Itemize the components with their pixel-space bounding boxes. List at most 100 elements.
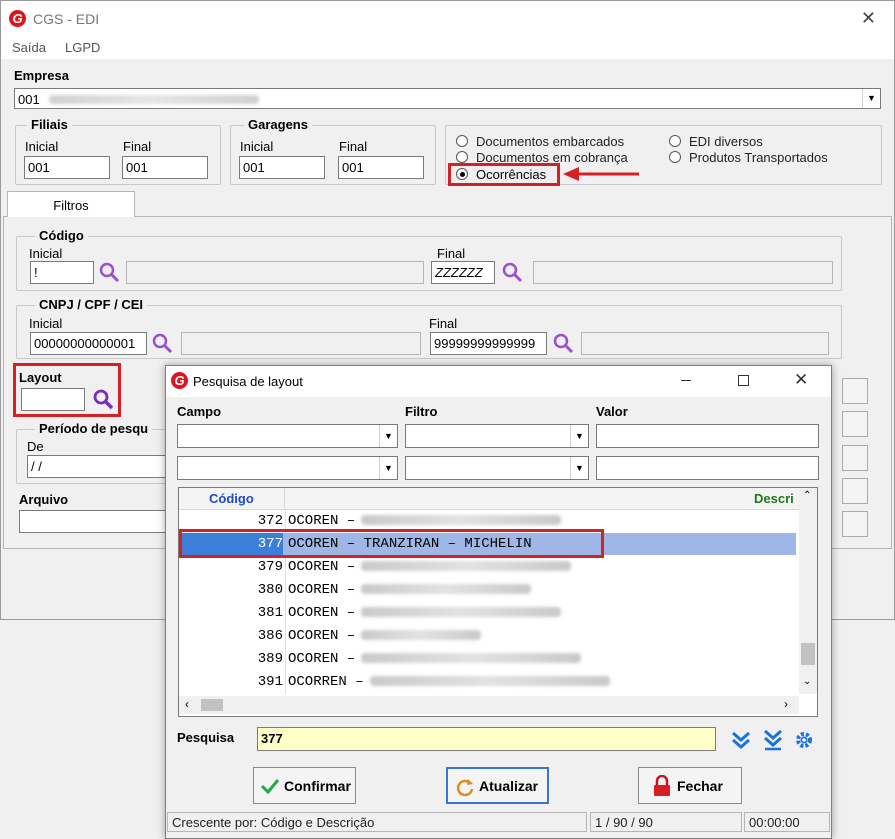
- search-icon[interactable]: [99, 262, 121, 284]
- list-icon[interactable]: [842, 411, 868, 437]
- chevron-down-icon[interactable]: ▼: [379, 457, 397, 479]
- ocorrencias-highlight: [448, 163, 560, 186]
- codigo-inicial-label: Inicial: [29, 246, 63, 261]
- garagens-final-input[interactable]: 001: [338, 156, 424, 179]
- gear-icon[interactable]: [794, 730, 814, 750]
- periodo-de-input[interactable]: / /: [27, 455, 167, 478]
- redacted-text: [361, 630, 482, 641]
- campo-select-1[interactable]: ▼: [177, 424, 398, 448]
- garagens-inicial-input[interactable]: 001: [239, 156, 325, 179]
- fechar-button[interactable]: Fechar: [638, 767, 742, 804]
- scroll-up-icon[interactable]: ⌃: [803, 490, 811, 501]
- row-desc: OCOREN –: [288, 582, 532, 598]
- empresa-select[interactable]: 001 ▼: [14, 88, 881, 109]
- close-window-button[interactable]: ✕: [861, 8, 876, 29]
- close-icon[interactable]: ✕: [794, 370, 808, 390]
- cnpj-final-label: Final: [429, 316, 458, 331]
- valor-label: Valor: [596, 404, 628, 419]
- table-row[interactable]: 391 OCORREN –: [179, 671, 796, 693]
- filiais-inicial-input[interactable]: 001: [24, 156, 110, 179]
- window-title: CGS - EDI: [33, 11, 100, 27]
- produtos-label: Produtos Transportados: [689, 150, 828, 165]
- table-row[interactable]: 386 OCOREN –: [179, 625, 796, 647]
- filtro-select-1[interactable]: ▼: [405, 424, 589, 448]
- arquivo-label: Arquivo: [19, 492, 69, 507]
- hand-pointer-icon[interactable]: [842, 511, 868, 537]
- search-icon[interactable]: [553, 333, 575, 355]
- jump-to-end-icon[interactable]: [762, 729, 784, 751]
- selected-row-highlight: [179, 529, 604, 558]
- row-code: 380: [257, 582, 283, 598]
- valor-input-2[interactable]: [596, 456, 819, 480]
- row-code: 381: [257, 605, 283, 621]
- campo-label: Campo: [177, 404, 222, 419]
- pesquisa-label: Pesquisa: [177, 730, 235, 745]
- arrow-left-icon: [563, 167, 639, 181]
- filiais-title: Filiais: [27, 117, 72, 132]
- document-icon[interactable]: [842, 378, 868, 404]
- menu-saida[interactable]: Saída: [12, 40, 46, 55]
- search-icon[interactable]: [502, 262, 524, 284]
- table-row[interactable]: 380 OCOREN –: [179, 579, 796, 601]
- radio-docs-cobranca[interactable]: [456, 151, 468, 163]
- pesquisa-input[interactable]: 377: [257, 727, 716, 751]
- codigo-title: Código: [35, 228, 88, 243]
- hscroll-thumb[interactable]: [201, 699, 223, 711]
- horizontal-scrollbar[interactable]: ‹ ›: [179, 696, 799, 714]
- tab-filtros-label: Filtros: [53, 198, 89, 213]
- table-row[interactable]: 381 OCOREN –: [179, 602, 796, 624]
- radio-edi-diversos[interactable]: [669, 135, 681, 147]
- scroll-left-icon[interactable]: ‹: [185, 697, 189, 711]
- scroll-right-icon[interactable]: ›: [784, 697, 788, 711]
- dialog-title-bar: G Pesquisa de layout ✕: [166, 366, 831, 397]
- chevron-down-icon[interactable]: ▼: [570, 425, 588, 447]
- pesquisa-layout-dialog: G Pesquisa de layout ✕ Campo Filtro Valo…: [165, 365, 832, 839]
- redacted-text: [369, 676, 610, 687]
- cnpj-final-input[interactable]: 99999999999999: [430, 332, 547, 355]
- codigo-inicial-desc: [126, 261, 424, 284]
- lock-icon: [654, 775, 670, 796]
- chevron-down-icon[interactable]: ▼: [379, 425, 397, 447]
- atualizar-button[interactable]: Atualizar: [446, 767, 549, 804]
- scroll-down-icon[interactable]: ⌄: [803, 676, 811, 687]
- cnpj-title: CNPJ / CPF / CEI: [35, 297, 148, 312]
- row-desc: OCOREN –: [288, 605, 562, 621]
- edi-diversos-label: EDI diversos: [689, 134, 763, 149]
- export-icon[interactable]: [842, 478, 868, 504]
- printer-icon[interactable]: [842, 445, 868, 471]
- filiais-final-input[interactable]: 001: [122, 156, 208, 179]
- arquivo-input[interactable]: [19, 510, 169, 533]
- table-row[interactable]: 379 OCOREN –: [179, 556, 796, 578]
- scroll-thumb[interactable]: [801, 643, 815, 665]
- cnpj-inicial-input[interactable]: 00000000000001: [30, 332, 147, 355]
- chevron-down-icon[interactable]: ▼: [570, 457, 588, 479]
- title-bar: G CGS - EDI ✕: [1, 1, 894, 37]
- row-desc: OCOREN –: [288, 559, 572, 575]
- menu-bar: Saída LGPD: [1, 37, 894, 59]
- valor-input-1[interactable]: [596, 424, 819, 448]
- menu-lgpd[interactable]: LGPD: [65, 40, 100, 55]
- table-row[interactable]: 389 OCOREN –: [179, 648, 796, 670]
- confirmar-label: Confirmar: [284, 778, 351, 794]
- row-desc-text: OCOREN –: [288, 628, 356, 644]
- vertical-scrollbar[interactable]: ⌃ ⌄: [799, 488, 817, 694]
- maximize-icon[interactable]: [738, 375, 749, 386]
- chevron-double-down-icon[interactable]: [730, 730, 752, 750]
- fechar-label: Fechar: [677, 778, 723, 794]
- chevron-down-icon[interactable]: ▼: [862, 89, 880, 108]
- col-descricao[interactable]: Descri: [754, 491, 794, 506]
- codigo-inicial-input[interactable]: !: [30, 261, 94, 284]
- confirmar-button[interactable]: Confirmar: [253, 767, 356, 804]
- codigo-final-input[interactable]: ZZZZZZ: [431, 261, 495, 284]
- minimize-icon[interactable]: [681, 380, 691, 381]
- radio-docs-embarcados[interactable]: [456, 135, 468, 147]
- campo-select-2[interactable]: ▼: [177, 456, 398, 480]
- filtro-select-2[interactable]: ▼: [405, 456, 589, 480]
- tab-filtros[interactable]: Filtros: [7, 191, 135, 217]
- search-icon[interactable]: [152, 333, 174, 355]
- garagens-title: Garagens: [244, 117, 312, 132]
- col-codigo[interactable]: Código: [209, 491, 254, 506]
- periodo-de-label: De: [27, 439, 44, 454]
- radio-produtos[interactable]: [669, 151, 681, 163]
- garagens-inicial-label: Inicial: [240, 139, 274, 154]
